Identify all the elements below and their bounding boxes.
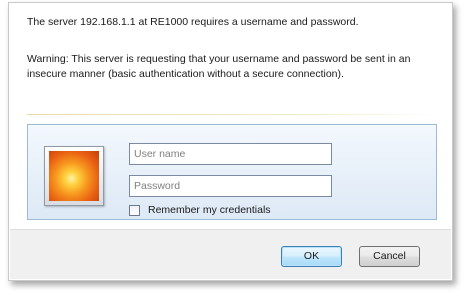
credential-tile: User name Password Remember my credentia… — [27, 124, 437, 220]
remember-credentials-row[interactable]: Remember my credentials — [129, 203, 271, 217]
password-field[interactable]: Password — [129, 175, 332, 197]
remember-checkbox[interactable] — [129, 204, 140, 216]
button-bar: OK Cancel — [10, 229, 451, 279]
remember-label: Remember my credentials — [148, 204, 271, 216]
authentication-dialog: The server 192.168.1.1 at RE1000 require… — [8, 2, 453, 281]
divider — [27, 114, 439, 115]
user-flower-icon — [49, 151, 99, 201]
security-warning: Warning: This server is requesting that … — [27, 53, 411, 80]
avatar — [44, 146, 104, 206]
username-field[interactable]: User name — [129, 143, 332, 165]
cancel-button[interactable]: Cancel — [359, 246, 420, 267]
ok-button[interactable]: OK — [281, 246, 342, 267]
server-message: The server 192.168.1.1 at RE1000 require… — [27, 16, 359, 28]
